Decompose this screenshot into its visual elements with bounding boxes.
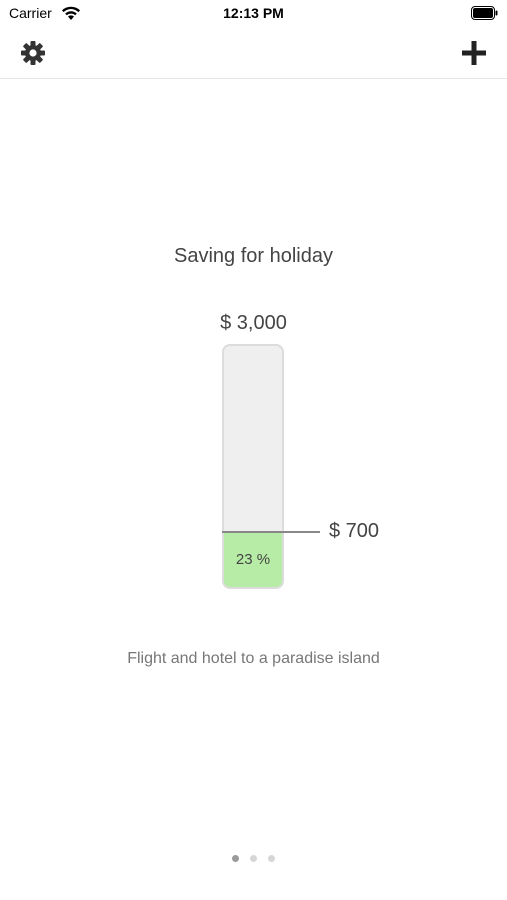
target-amount: $ 3,000: [220, 312, 287, 334]
screen: Carrier 12:13 PM Saving for holiday $ 3,…: [0, 0, 507, 900]
plus-icon[interactable]: [461, 40, 487, 66]
status-time: 12:13 PM: [223, 5, 284, 21]
page-dot[interactable]: [268, 855, 275, 862]
page-dot[interactable]: [250, 855, 257, 862]
battery-icon: [471, 6, 498, 20]
goal-title: Saving for holiday: [174, 245, 333, 267]
page-dot[interactable]: [232, 855, 239, 862]
status-bar: Carrier 12:13 PM: [0, 0, 507, 28]
progress-percent: 23 %: [235, 551, 271, 568]
current-amount: $ 700: [329, 520, 380, 542]
goal-description: Flight and hotel to a paradise island: [127, 650, 380, 667]
current-amount-marker: [222, 531, 320, 533]
page-indicator[interactable]: [0, 855, 507, 862]
gear-icon[interactable]: [20, 40, 46, 66]
nav-bar: [0, 28, 507, 79]
progress-tube: 23 %: [222, 344, 284, 589]
